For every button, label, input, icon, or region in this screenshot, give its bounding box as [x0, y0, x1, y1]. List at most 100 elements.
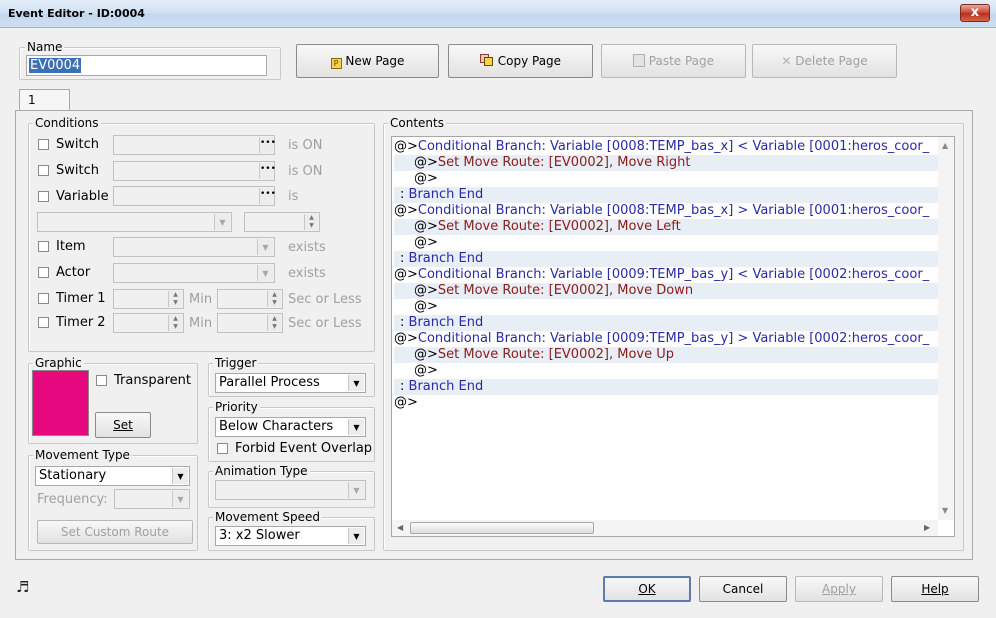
command-row[interactable]: : Branch End — [394, 251, 938, 267]
apply-button[interactable]: Apply — [795, 576, 883, 602]
scroll-down-icon[interactable]: ▼ — [942, 506, 948, 515]
item-label: Item — [56, 239, 86, 254]
command-row[interactable]: @>Conditional Branch: Variable [0008:TEM… — [394, 139, 938, 155]
command-row[interactable]: @>Set Move Route: [EV0002], Move Left — [394, 219, 938, 235]
command-text: Branch End — [408, 251, 484, 266]
graphic-label: Graphic — [33, 356, 84, 370]
forbid-overlap-label: Forbid Event Overlap — [235, 441, 373, 456]
timer1-sec-spinner[interactable]: ▲ ▼ — [217, 289, 283, 309]
command-row[interactable]: : Branch End — [394, 315, 938, 331]
delete-page-button[interactable]: ✕ Delete Page — [752, 44, 897, 78]
timer2-sec-spinner[interactable]: ▲ ▼ — [217, 313, 283, 333]
scroll-up-icon[interactable]: ▲ — [942, 141, 948, 150]
variable-operator-select[interactable]: ▼ — [37, 212, 232, 232]
trigger-label: Trigger — [213, 356, 259, 370]
variable-value-spinner[interactable]: ▲ ▼ — [244, 212, 320, 232]
actor-checkbox[interactable] — [38, 267, 49, 278]
command-text: Conditional Branch: Variable [0009:TEMP_… — [417, 331, 930, 346]
switch2-browse-button[interactable]: ••• — [259, 163, 276, 179]
window-title: Event Editor - ID:0004 — [8, 7, 145, 20]
command-text: Branch End — [408, 379, 484, 394]
frequency-label: Frequency: — [37, 492, 108, 507]
event-commands-list[interactable]: @> Conditional Branch: Variable [0008:TEM… — [391, 136, 955, 537]
timer2-min-spinner[interactable]: ▲ ▼ — [113, 313, 184, 333]
movement-speed-select[interactable]: 3: x2 Slower ▼ — [215, 526, 366, 546]
command-row[interactable]: : Branch End — [394, 187, 938, 203]
command-row[interactable]: @> — [394, 395, 938, 411]
switch1-field[interactable]: ••• — [113, 135, 276, 155]
timer1-min-spinner[interactable]: ▲ ▼ — [113, 289, 184, 309]
timer1-checkbox[interactable] — [38, 293, 49, 304]
variable-suffix: is — [288, 189, 299, 204]
copy-page-icon — [479, 54, 494, 67]
priority-value: Below Characters — [219, 419, 334, 434]
help-button[interactable]: Help — [891, 576, 979, 602]
set-graphic-button[interactable]: Set — [95, 412, 151, 438]
chevron-down-icon: ▼ — [257, 239, 273, 255]
transparent-checkbox[interactable] — [96, 375, 107, 386]
close-button[interactable]: x — [960, 4, 990, 22]
command-text: Set Move Route: [EV0002], Move Right — [437, 155, 691, 170]
horizontal-scroll-thumb[interactable] — [410, 522, 594, 534]
paste-page-button[interactable]: Paste Page — [601, 44, 746, 78]
apply-label: Apply — [822, 582, 856, 596]
command-text: Conditional Branch: Variable [0008:TEMP_… — [417, 139, 930, 154]
scroll-left-icon[interactable]: ◀ — [397, 523, 403, 532]
forbid-overlap-checkbox[interactable] — [217, 443, 228, 454]
command-row[interactable]: @>Conditional Branch: Variable [0009:TEM… — [394, 331, 938, 347]
command-row[interactable]: @>Set Move Route: [EV0002], Move Up — [394, 347, 938, 363]
paste-page-icon — [632, 54, 645, 67]
timer2-min-label: Min — [189, 316, 213, 331]
frequency-select[interactable]: ▼ — [114, 489, 190, 509]
delete-page-label: Delete Page — [795, 54, 868, 68]
command-row[interactable]: @> — [394, 299, 938, 315]
switch1-checkbox[interactable] — [38, 139, 49, 150]
vertical-scrollbar[interactable]: ▲ ▼ — [938, 137, 954, 520]
command-row[interactable]: @>Set Move Route: [EV0002], Move Down — [394, 283, 938, 299]
variable-field[interactable]: ••• — [113, 186, 276, 206]
switch1-browse-button[interactable]: ••• — [259, 137, 276, 153]
ok-button[interactable]: OK — [603, 576, 691, 602]
copy-page-button[interactable]: Copy Page — [448, 44, 593, 78]
tab-1[interactable]: 1 — [19, 89, 70, 111]
variable-browse-button[interactable]: ••• — [259, 188, 276, 204]
name-value: EV0004 — [29, 58, 82, 73]
animation-type-select[interactable]: ▼ — [215, 480, 366, 500]
command-prefix: : — [400, 315, 405, 330]
delete-page-icon: ✕ — [781, 54, 792, 68]
priority-select[interactable]: Below Characters ▼ — [215, 417, 366, 437]
item-checkbox[interactable] — [38, 241, 49, 252]
switch2-field[interactable]: ••• — [113, 161, 276, 181]
command-row[interactable]: : Branch End — [394, 379, 938, 395]
item-select[interactable]: ▼ — [113, 237, 275, 257]
cancel-button[interactable]: Cancel — [699, 576, 787, 602]
command-row[interactable]: @>Conditional Branch: Variable [0009:TEM… — [394, 267, 938, 283]
actor-select[interactable]: ▼ — [113, 263, 275, 283]
tab-1-label: 1 — [28, 93, 36, 107]
command-row[interactable]: @> — [394, 171, 938, 187]
command-row[interactable]: @> — [394, 363, 938, 379]
scroll-right-icon[interactable]: ▶ — [924, 523, 930, 532]
paste-page-label: Paste Page — [648, 54, 715, 68]
music-note-icon[interactable]: ♬ — [16, 578, 29, 596]
set-custom-route-button[interactable]: Set Custom Route — [37, 520, 193, 544]
command-row[interactable]: @>Set Move Route: [EV0002], Move Right — [394, 155, 938, 171]
command-row[interactable]: @>Conditional Branch: Variable [0008:TEM… — [394, 203, 938, 219]
chevron-down-icon: ▼ — [172, 468, 188, 484]
spinner-arrows-icon: ▲ ▼ — [168, 291, 182, 307]
graphic-preview[interactable] — [32, 370, 89, 436]
new-page-button[interactable]: P New Page — [296, 44, 439, 78]
command-row[interactable]: @> — [394, 235, 938, 251]
command-text: Conditional Branch: Variable [0008:TEMP_… — [417, 203, 930, 218]
timer1-min-label: Min — [189, 292, 213, 307]
variable-checkbox[interactable] — [38, 191, 49, 202]
command-text: Set Move Route: [EV0002], Move Left — [437, 219, 681, 234]
timer2-suffix: Sec or Less — [288, 316, 362, 331]
switch2-checkbox[interactable] — [38, 165, 49, 176]
movement-type-select[interactable]: Stationary ▼ — [35, 466, 190, 486]
name-field[interactable]: EV0004 — [26, 55, 267, 76]
trigger-select[interactable]: Parallel Process ▼ — [215, 373, 366, 393]
chevron-down-icon: ▼ — [348, 419, 364, 435]
timer2-checkbox[interactable] — [38, 317, 49, 328]
horizontal-scrollbar[interactable]: ◀ ▶ — [392, 520, 938, 536]
